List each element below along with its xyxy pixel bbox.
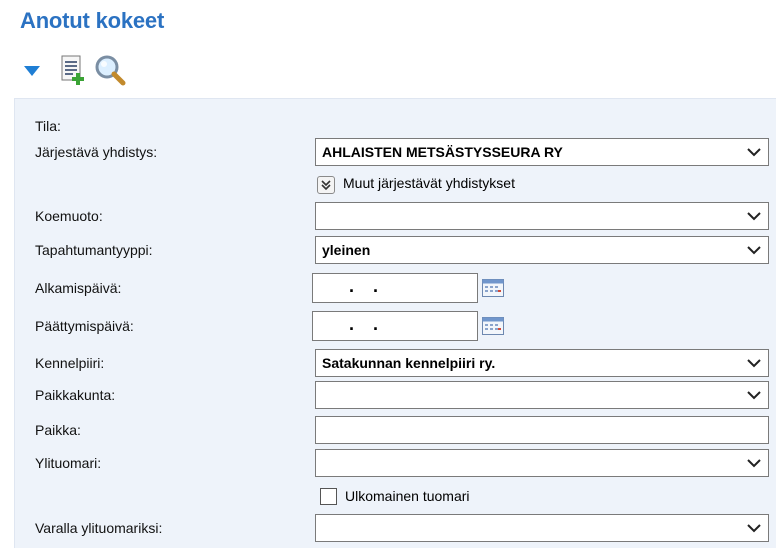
paikkakunta-select[interactable] <box>315 381 769 409</box>
tapahtumantyyppi-select[interactable]: yleinen <box>315 236 769 264</box>
chevron-down-icon <box>747 148 761 157</box>
kennelpiiri-label: Kennelpiiri: <box>35 355 105 371</box>
chevron-down-icon <box>747 391 761 400</box>
row-tapahtumantyyppi: Tapahtumantyyppi: yleinen <box>15 235 776 265</box>
add-document-icon[interactable] <box>60 54 88 86</box>
jarjestava-label: Järjestävä yhdistys: <box>35 144 158 160</box>
ylituomari-label: Ylituomari: <box>35 455 102 471</box>
muut-label: Muut järjestävät yhdistykset <box>343 175 515 191</box>
row-paikka: Paikka: <box>15 415 776 445</box>
chevron-down-icon <box>747 359 761 368</box>
alkamispaiva-input[interactable]: . . <box>312 273 478 303</box>
kennelpiiri-select[interactable]: Satakunnan kennelpiiri ry. <box>315 349 769 377</box>
tapahtumantyyppi-label: Tapahtumantyyppi: <box>35 242 153 258</box>
chevron-down-icon <box>747 246 761 255</box>
ulkomainen-checkbox[interactable] <box>320 488 337 505</box>
paikka-label: Paikka: <box>35 422 81 438</box>
row-paattymispaiva: Päättymispäivä: . . <box>15 309 776 343</box>
paattymispaiva-label: Päättymispäivä: <box>35 318 134 334</box>
alkamispaiva-value: . . <box>349 276 379 296</box>
row-varalla: Varalla ylituomariksi: <box>15 513 776 543</box>
koemuoto-label: Koemuoto: <box>35 208 103 224</box>
row-ylituomari: Ylituomari: <box>15 448 776 478</box>
tapahtumantyyppi-value: yleinen <box>322 242 371 258</box>
tila-label: Tila: <box>35 118 61 134</box>
row-kennelpiiri: Kennelpiiri: Satakunnan kennelpiiri ry. <box>15 348 776 378</box>
varalla-label: Varalla ylituomariksi: <box>35 520 163 536</box>
kennelpiiri-value: Satakunnan kennelpiiri ry. <box>322 355 496 371</box>
ylituomari-select[interactable] <box>315 449 769 477</box>
row-koemuoto: Koemuoto: <box>15 201 776 231</box>
row-paikkakunta: Paikkakunta: <box>15 380 776 410</box>
paikkakunta-label: Paikkakunta: <box>35 387 116 403</box>
paikka-input[interactable] <box>315 416 769 444</box>
chevron-down-icon <box>747 212 761 221</box>
jarjestava-select[interactable]: AHLAISTEN METSÄSTYSSEURA RY <box>315 138 769 166</box>
alkamispaiva-label: Alkamispäivä: <box>35 280 122 296</box>
calendar-icon[interactable] <box>482 317 504 335</box>
koemuoto-select[interactable] <box>315 202 769 230</box>
calendar-icon[interactable] <box>482 279 504 297</box>
magnifier-icon[interactable] <box>94 54 126 86</box>
jarjestava-value: AHLAISTEN METSÄSTYSSEURA RY <box>322 144 563 160</box>
ulkomainen-label: Ulkomainen tuomari <box>345 488 470 504</box>
double-chevron-down-icon[interactable] <box>317 176 335 194</box>
paattymispaiva-value: . . <box>349 314 379 334</box>
paattymispaiva-input[interactable]: . . <box>312 311 478 341</box>
chevron-down-icon <box>747 524 761 533</box>
exam-form-panel: Tila: Järjestävä yhdistys: AHLAISTEN MET… <box>14 98 776 548</box>
triangle-down-icon[interactable] <box>24 66 40 78</box>
varalla-select[interactable] <box>315 514 769 542</box>
chevron-down-icon <box>747 459 761 468</box>
page-title: Anotut kokeet <box>20 8 165 33</box>
row-jarjestava: Järjestävä yhdistys: AHLAISTEN METSÄSTYS… <box>15 137 776 167</box>
row-alkamispaiva: Alkamispäivä: . . <box>15 271 776 305</box>
